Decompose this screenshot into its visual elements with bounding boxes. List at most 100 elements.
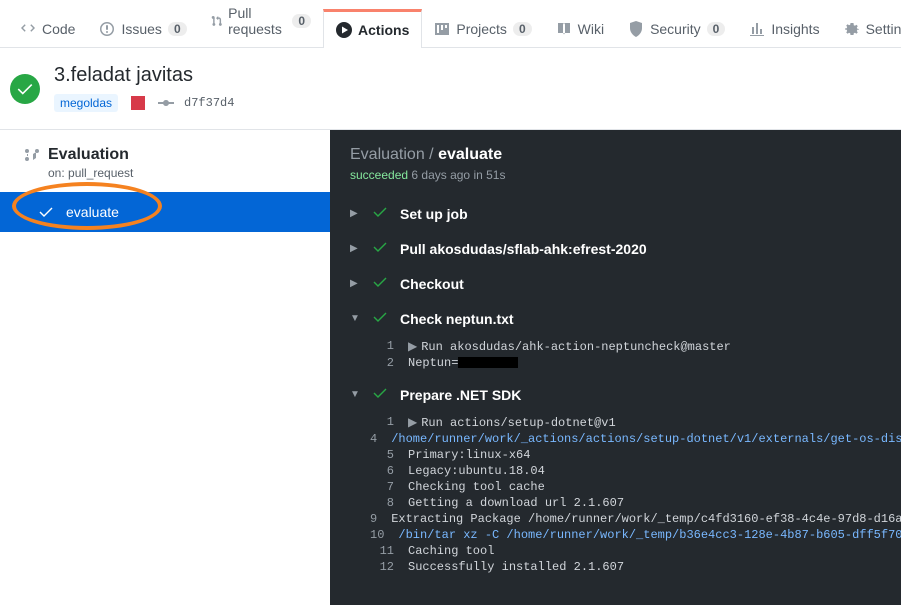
tab-code[interactable]: Code	[8, 8, 87, 47]
status-success-badge	[10, 74, 40, 104]
line-number: 2	[370, 356, 394, 370]
log-line: 1 ▶Run akosdudas/ahk-action-neptuncheck@m…	[370, 338, 901, 355]
log-line: 9Extracting Package /home/runner/work/_t…	[370, 511, 901, 527]
log-line: 6Legacy:ubuntu.18.04	[370, 463, 901, 479]
tab-label: Security	[650, 21, 701, 37]
chevron-icon: ▶	[350, 243, 360, 254]
log-line: 1 ▶Run actions/setup-dotnet@v1	[370, 414, 901, 431]
job-row-evaluate[interactable]: evaluate	[0, 192, 330, 232]
crumb-leaf: evaluate	[438, 146, 502, 163]
run-header: 3.feladat javitas megoldas d7f37d4	[0, 48, 901, 129]
tab-issues[interactable]: Issues 0	[87, 8, 198, 47]
log-line: 11 Caching tool	[370, 543, 901, 559]
chevron-icon: ▶	[350, 208, 360, 219]
tab-label: Issues	[121, 21, 161, 37]
line-text: Neptun=	[408, 356, 518, 370]
line-number: 12	[370, 560, 394, 574]
tab-actions[interactable]: Actions	[323, 9, 422, 48]
step-row[interactable]: ▶ Set up job	[330, 196, 901, 231]
line-text: Extracting Package /home/runner/work/_te…	[391, 512, 901, 526]
tab-wiki[interactable]: Wiki	[544, 8, 616, 47]
workflow-header: Evaluation	[0, 130, 330, 166]
step-name: Pull akosdudas/sflab-ahk:efrest-2020	[400, 241, 647, 257]
step-row[interactable]: ▶ Pull akosdudas/sflab-ahk:efrest-2020	[330, 231, 901, 266]
tab-label: Code	[42, 21, 75, 37]
line-text: Legacy:ubuntu.18.04	[408, 464, 545, 478]
log-line: 8Getting a download url 2.1.607	[370, 495, 901, 511]
check-icon	[372, 385, 388, 404]
projects-count: 0	[513, 22, 532, 36]
tab-label: Settings	[866, 21, 901, 37]
line-text: Getting a download url 2.1.607	[408, 496, 624, 510]
tab-label: Insights	[771, 21, 819, 37]
shield-icon	[628, 21, 644, 37]
check-icon	[372, 309, 388, 328]
tab-projects[interactable]: Projects 0	[422, 8, 543, 47]
run-status-line: succeeded 6 days ago in 51s	[350, 168, 881, 182]
chevron-icon: ▶	[350, 278, 360, 289]
steps-list: ▶ Set up job ▶ Pull akosdudas/sflab-ahk:efr…	[330, 196, 901, 581]
branch-label[interactable]: megoldas	[54, 94, 118, 112]
tab-security[interactable]: Security 0	[616, 8, 737, 47]
job-name: evaluate	[66, 204, 119, 220]
log-line: 7Checking tool cache	[370, 479, 901, 495]
breadcrumb: Evaluation / evaluate	[350, 146, 881, 164]
check-icon	[16, 80, 34, 98]
log-line: 4/home/runner/work/_actions/actions/setu…	[370, 431, 901, 447]
log-line: 5Primary:linux-x64	[370, 447, 901, 463]
tab-pulls[interactable]: Pull requests 0	[199, 0, 323, 47]
workflow-icon	[24, 147, 40, 163]
step-row[interactable]: ▼Check neptun.txt	[330, 301, 901, 336]
commit-sha[interactable]: d7f37d4	[184, 96, 234, 110]
pull-icon	[211, 13, 223, 29]
workflow-trigger: on: pull_request	[0, 166, 330, 192]
log-line: 12 Successfully installed 2.1.607	[370, 559, 901, 575]
line-number: 1	[370, 339, 394, 354]
line-text: Caching tool	[408, 544, 494, 558]
log-line: 10/bin/tar xz -C /home/runner/work/_temp…	[370, 527, 901, 543]
tab-settings[interactable]: Settings	[832, 8, 901, 47]
chevron-icon: ▼	[350, 389, 360, 400]
status-text: succeeded	[350, 168, 408, 182]
step-log: 1 ▶Run akosdudas/ahk-action-neptuncheck@m…	[330, 336, 901, 377]
check-icon	[38, 204, 54, 220]
repo-tabs: Code Issues 0 Pull requests 0 Actions Pr…	[0, 0, 901, 48]
sidebar: Evaluation on: pull_request evaluate	[0, 130, 330, 605]
line-text: ▶Run actions/setup-dotnet@v1	[408, 415, 616, 430]
step-row[interactable]: ▶ Checkout	[330, 266, 901, 301]
step-name: Check neptun.txt	[400, 311, 514, 327]
line-number: 4	[370, 432, 377, 446]
line-number: 7	[370, 480, 394, 494]
step-row[interactable]: ▼Prepare .NET SDK	[330, 377, 901, 412]
pulls-count: 0	[292, 14, 311, 28]
tab-label: Wiki	[578, 21, 604, 37]
tab-label: Pull requests	[228, 5, 286, 37]
line-text: ▶Run akosdudas/ahk-action-neptuncheck@ma…	[408, 339, 731, 354]
status-duration: 51s	[486, 168, 505, 182]
line-text: /bin/tar xz -C /home/runner/work/_temp/b…	[398, 528, 901, 542]
check-icon	[372, 239, 388, 258]
line-number: 1	[370, 415, 394, 430]
avatar[interactable]	[128, 93, 148, 113]
log-header: Evaluation / evaluate succeeded 6 days a…	[330, 130, 901, 196]
step-name: Set up job	[400, 206, 468, 222]
status-when: 6 days ago	[411, 168, 470, 182]
tab-insights[interactable]: Insights	[737, 8, 831, 47]
step-log: 1 ▶Run actions/setup-dotnet@v14/home/runn…	[330, 412, 901, 581]
actions-icon	[336, 22, 352, 38]
tab-label: Projects	[456, 21, 507, 37]
run-meta: megoldas d7f37d4	[54, 93, 234, 113]
wiki-icon	[556, 21, 572, 37]
line-number: 10	[370, 528, 384, 542]
security-count: 0	[707, 22, 726, 36]
line-text: Successfully installed 2.1.607	[408, 560, 624, 574]
issue-icon	[99, 21, 115, 37]
run-title: 3.feladat javitas	[54, 64, 234, 87]
line-number: 11	[370, 544, 394, 558]
issues-count: 0	[168, 22, 187, 36]
check-icon	[372, 274, 388, 293]
check-icon	[372, 204, 388, 223]
tab-label: Actions	[358, 22, 409, 38]
step-name: Checkout	[400, 276, 464, 292]
projects-icon	[434, 21, 450, 37]
